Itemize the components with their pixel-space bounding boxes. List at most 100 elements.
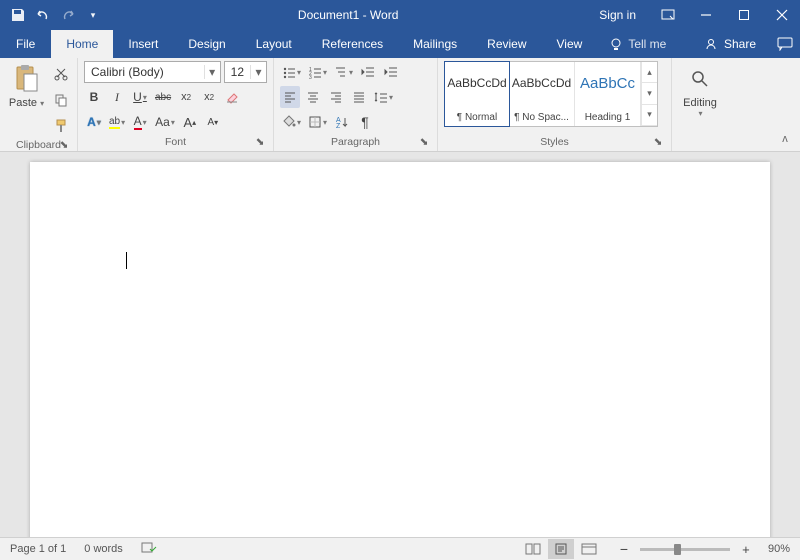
text-cursor xyxy=(126,252,127,269)
increase-indent-button[interactable] xyxy=(381,61,401,83)
cut-icon xyxy=(54,67,68,81)
zoom-slider[interactable] xyxy=(640,548,730,551)
justify-button[interactable] xyxy=(349,86,369,108)
line-spacing-button[interactable]: ▾ xyxy=(372,86,395,108)
sort-button[interactable]: AZ xyxy=(332,111,352,133)
paste-icon xyxy=(11,63,43,95)
align-right-icon xyxy=(329,90,343,104)
format-painter-button[interactable] xyxy=(51,115,71,137)
clipboard-launcher-icon[interactable]: ⬊ xyxy=(58,139,70,151)
tab-insert[interactable]: Insert xyxy=(113,30,173,58)
tab-home[interactable]: Home xyxy=(51,30,113,58)
group-font: Calibri (Body)▾ 12▾ B I U▾ abc x2 x2 A▾ … xyxy=(78,58,274,151)
numbering-button[interactable]: 123▾ xyxy=(306,61,329,83)
collapse-ribbon-icon[interactable]: ʌ xyxy=(776,133,794,147)
share-button[interactable]: Share xyxy=(690,37,770,51)
sort-icon: AZ xyxy=(335,115,349,129)
multilevel-list-icon xyxy=(334,65,348,79)
status-bar: Page 1 of 1 0 words − + 90% xyxy=(0,537,800,560)
document-area[interactable] xyxy=(0,152,800,537)
text-effects-button[interactable]: A▾ xyxy=(84,111,104,133)
group-label-clipboard: Clipboard⬊ xyxy=(6,137,71,154)
shrink-font-button[interactable]: A▾ xyxy=(203,111,223,133)
superscript-button[interactable]: x2 xyxy=(199,86,219,108)
align-center-button[interactable] xyxy=(303,86,323,108)
change-case-button[interactable]: Aa▾ xyxy=(153,111,177,133)
subscript-button[interactable]: x2 xyxy=(176,86,196,108)
maximize-icon[interactable] xyxy=(726,0,762,30)
tab-mailings[interactable]: Mailings xyxy=(398,30,472,58)
print-layout-icon[interactable] xyxy=(548,539,574,559)
tab-file[interactable]: File xyxy=(0,30,51,58)
zoom-controls: − + 90% xyxy=(614,538,790,560)
comments-icon[interactable] xyxy=(770,29,800,59)
font-launcher-icon[interactable]: ⬊ xyxy=(254,136,266,148)
find-icon xyxy=(684,63,716,95)
read-mode-icon[interactable] xyxy=(520,539,546,559)
save-icon[interactable] xyxy=(10,7,26,23)
copy-icon xyxy=(54,93,68,107)
ribbon-display-options-icon[interactable] xyxy=(650,0,686,30)
italic-button[interactable]: I xyxy=(107,86,127,108)
borders-button[interactable]: ▾ xyxy=(306,111,329,133)
tell-me-search[interactable]: Tell me xyxy=(597,30,678,58)
zoom-in-button[interactable]: + xyxy=(736,538,756,560)
grow-font-button[interactable]: A▴ xyxy=(180,111,200,133)
clear-formatting-icon xyxy=(225,90,239,104)
clear-formatting-button[interactable] xyxy=(222,86,242,108)
title-bar: ▾ Document1 - Word Sign in xyxy=(0,0,800,30)
tab-design[interactable]: Design xyxy=(173,30,240,58)
spellcheck-icon[interactable] xyxy=(141,541,157,558)
paragraph-launcher-icon[interactable]: ⬊ xyxy=(418,136,430,148)
tab-layout[interactable]: Layout xyxy=(241,30,307,58)
multilevel-list-button[interactable]: ▾ xyxy=(332,61,355,83)
bold-button[interactable]: B xyxy=(84,86,104,108)
word-count[interactable]: 0 words xyxy=(84,543,123,555)
show-marks-button[interactable]: ¶ xyxy=(355,111,375,133)
align-right-button[interactable] xyxy=(326,86,346,108)
gallery-up-icon[interactable]: ▴ xyxy=(642,62,657,83)
close-icon[interactable] xyxy=(764,0,800,30)
gallery-more-icon[interactable]: ▾ xyxy=(642,105,657,126)
shading-button[interactable]: ▾ xyxy=(280,111,303,133)
style-normal[interactable]: AaBbCcDd ¶ Normal xyxy=(444,61,510,127)
underline-button[interactable]: U▾ xyxy=(130,86,150,108)
paste-button[interactable]: Paste▾ xyxy=(6,61,47,109)
svg-text:Z: Z xyxy=(336,123,341,129)
font-size-combo[interactable]: 12▾ xyxy=(224,61,267,83)
page-number[interactable]: Page 1 of 1 xyxy=(10,543,66,555)
tab-view[interactable]: View xyxy=(542,30,598,58)
tab-references[interactable]: References xyxy=(307,30,398,58)
highlight-button[interactable]: ab▾ xyxy=(107,111,127,133)
editing-button[interactable]: Editing ▾ xyxy=(678,61,722,118)
zoom-level[interactable]: 90% xyxy=(768,543,790,555)
style-heading-1[interactable]: AaBbCc Heading 1 xyxy=(575,62,641,126)
font-name-combo[interactable]: Calibri (Body)▾ xyxy=(84,61,221,83)
zoom-out-button[interactable]: − xyxy=(614,538,634,560)
page[interactable] xyxy=(30,162,770,537)
align-left-button[interactable] xyxy=(280,86,300,108)
format-painter-icon xyxy=(54,119,68,133)
cut-button[interactable] xyxy=(51,63,71,85)
sign-in-button[interactable]: Sign in xyxy=(585,8,650,22)
ribbon-tabs: File Home Insert Design Layout Reference… xyxy=(0,30,800,58)
style-no-spacing[interactable]: AaBbCcDd ¶ No Spac... xyxy=(509,62,575,126)
increase-indent-icon xyxy=(384,65,398,79)
styles-launcher-icon[interactable]: ⬊ xyxy=(652,136,664,148)
align-center-icon xyxy=(306,90,320,104)
undo-icon[interactable] xyxy=(35,7,51,23)
bullets-button[interactable]: ▾ xyxy=(280,61,303,83)
tab-review[interactable]: Review xyxy=(472,30,541,58)
copy-button[interactable] xyxy=(51,89,71,111)
gallery-down-icon[interactable]: ▾ xyxy=(642,83,657,104)
customize-qat-icon[interactable]: ▾ xyxy=(85,7,101,23)
redo-icon[interactable] xyxy=(60,7,76,23)
web-layout-icon[interactable] xyxy=(576,539,602,559)
minimize-icon[interactable] xyxy=(688,0,724,30)
decrease-indent-button[interactable] xyxy=(358,61,378,83)
strikethrough-button[interactable]: abc xyxy=(153,86,173,108)
window-controls xyxy=(650,0,800,30)
font-color-button[interactable]: A▾ xyxy=(130,111,150,133)
ribbon: Paste▾ Clipboard⬊ Calibri (Body)▾ 12▾ B … xyxy=(0,58,800,152)
share-label: Share xyxy=(724,37,756,51)
